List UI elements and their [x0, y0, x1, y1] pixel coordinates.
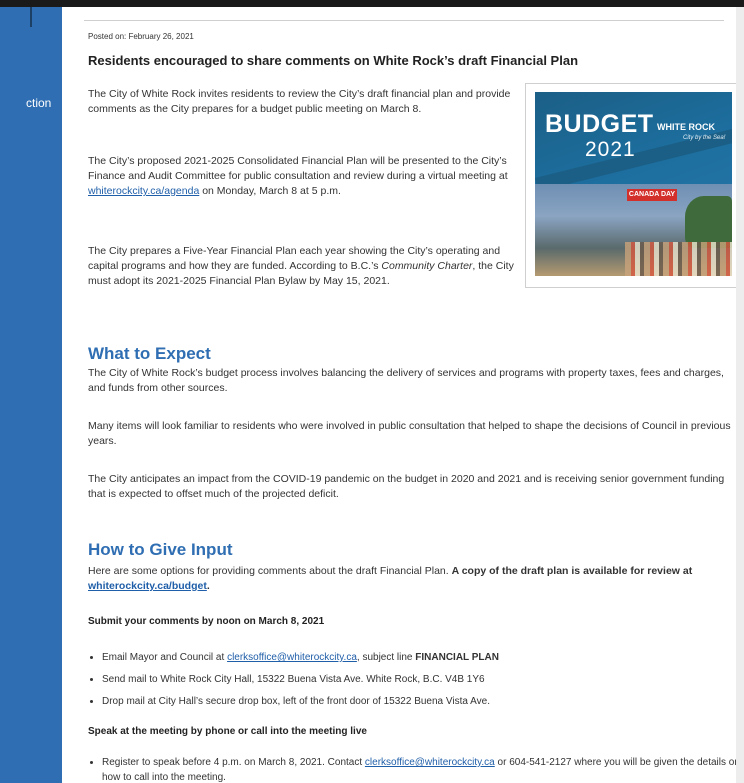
charter-italic: Community Charter	[381, 260, 473, 272]
budget-link[interactable]: whiterockcity.ca/budget	[88, 580, 207, 592]
budget-2021-image: CANADA DAY BUDGET 2021 WHITE ROCK City b…	[535, 92, 732, 276]
tree-shape	[685, 196, 732, 248]
sidebar: ction	[0, 7, 62, 783]
input-intro-end: .	[206, 580, 210, 592]
logo-tagline: City by the Sea!	[683, 135, 726, 141]
agenda-link[interactable]: whiterockcity.ca/agenda	[88, 185, 199, 197]
main-content: Posted on: February 26, 2021 Residents e…	[62, 7, 744, 783]
list-item: Register to speak before 4 p.m. on March…	[102, 755, 744, 783]
clerksoffice-email-link[interactable]: clerksoffice@whiterockcity.ca	[227, 652, 357, 663]
expect-paragraph-1: The City of White Rock’s budget process …	[88, 367, 724, 394]
bullet-email-middle: , subject line	[356, 652, 416, 663]
how-to-give-input-heading: How to Give Input	[88, 540, 233, 559]
plan-paragraph: The City’s proposed 2021-2025 Consolidat…	[88, 154, 518, 199]
list-item: Email Mayor and Council at clerksoffice@…	[102, 647, 744, 669]
speak-heading: Speak at the meeting by phone or call in…	[88, 726, 367, 737]
what-to-expect-heading: What to Expect	[88, 344, 211, 363]
plan-text-after: on Monday, March 8 at 5 p.m.	[199, 185, 341, 197]
budget-image-card: CANADA DAY BUDGET 2021 WHITE ROCK City b…	[525, 83, 742, 288]
budget-word: BUDGET	[545, 110, 654, 138]
expect-paragraph-3: The City anticipates an impact from the …	[88, 473, 725, 500]
sidebar-item-label[interactable]: ction	[26, 96, 51, 110]
speak-options-list: Register to speak before 4 p.m. on March…	[88, 755, 744, 783]
crowd-shape	[625, 242, 732, 276]
divider	[84, 20, 724, 21]
input-intro-bold: A copy of the draft plan is available fo…	[451, 565, 693, 577]
subject-line-bold: FINANCIAL PLAN	[415, 652, 499, 663]
top-bar	[0, 0, 744, 7]
canada-day-banner: CANADA DAY	[627, 189, 677, 201]
page-title: Residents encouraged to share comments o…	[88, 53, 579, 68]
intro-text: The City of White Rock invites residents…	[88, 88, 511, 115]
budget-year: 2021	[585, 138, 636, 161]
scrollbar[interactable]	[736, 7, 744, 783]
bullet-register-text: Register to speak before 4 p.m. on March…	[102, 757, 365, 768]
white-rock-logo: WHITE ROCK	[657, 122, 715, 132]
intro-paragraph: The City of White Rock invites residents…	[88, 87, 518, 117]
posted-date: Posted on: February 26, 2021	[88, 32, 194, 41]
list-item: Drop mail at City Hall’s secure drop box…	[102, 691, 744, 713]
list-item: Send mail to White Rock City Hall, 15322…	[102, 669, 744, 691]
input-intro: Here are some options for providing comm…	[88, 564, 738, 594]
plan-text-before: The City’s proposed 2021-2025 Consolidat…	[88, 155, 508, 182]
bullet-email-text: Email Mayor and Council at	[102, 652, 228, 663]
expect-paragraph-2: Many items will look familiar to residen…	[88, 420, 731, 447]
clerksoffice-email-link-2[interactable]: clerksoffice@whiterockcity.ca	[365, 757, 495, 768]
sidebar-divider	[30, 7, 32, 27]
charter-paragraph: The City prepares a Five-Year Financial …	[88, 244, 518, 289]
submit-options-list: Email Mayor and Council at clerksoffice@…	[88, 647, 744, 713]
input-intro-plain: Here are some options for providing comm…	[88, 565, 452, 577]
submit-heading: Submit your comments by noon on March 8,…	[88, 616, 325, 627]
